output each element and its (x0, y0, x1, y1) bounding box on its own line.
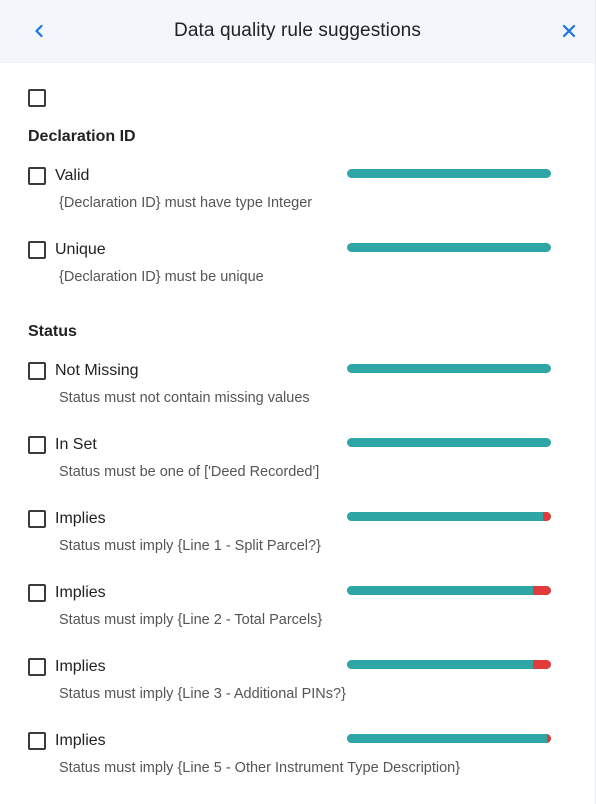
rule-label: Not Missing (55, 362, 139, 379)
rule-checkbox[interactable] (28, 732, 46, 750)
rule-checkbox[interactable] (28, 584, 46, 602)
panel-content: Declaration ID Valid {Declaration ID} mu… (0, 89, 595, 804)
rule-label: Implies (55, 584, 106, 601)
rule-description: {Declaration ID} must have type Integer (59, 195, 313, 211)
pass-segment (347, 734, 547, 743)
pass-segment (347, 512, 543, 521)
rule-pass-bar (347, 243, 551, 252)
close-icon (562, 24, 576, 38)
pass-segment (347, 243, 551, 252)
rule-checkbox[interactable] (28, 658, 46, 676)
rule-label: Implies (55, 658, 106, 675)
rule-checkbox[interactable] (28, 510, 46, 528)
pass-segment (347, 438, 551, 447)
rule-checkbox[interactable] (28, 436, 46, 454)
pass-segment (347, 169, 551, 178)
pass-segment (347, 586, 533, 595)
rule-item: Unique {Declaration ID} must be unique (28, 239, 573, 313)
rule-item: Implies Status must imply {Line 3 - Addi… (28, 656, 573, 730)
rule-checkbox[interactable] (28, 362, 46, 380)
rule-item: Implies Status must imply {Line 5 - Othe… (28, 730, 573, 804)
fail-segment (532, 660, 551, 669)
rule-item: Implies Status must imply {Line 2 - Tota… (28, 582, 573, 656)
rule-description: Status must imply {Line 2 - Total Parcel… (59, 612, 323, 628)
panel-title: Data quality rule suggestions (174, 20, 421, 41)
section-status: Status Not Missing Status must not conta… (28, 323, 573, 804)
rule-pass-bar (347, 169, 551, 178)
rule-description: Status must imply {Line 1 - Split Parcel… (59, 538, 321, 554)
rule-pass-bar (347, 734, 551, 743)
rule-item: Not Missing Status must not contain miss… (28, 360, 573, 434)
rule-label: Valid (55, 167, 90, 184)
rule-pass-bar (347, 438, 551, 447)
rule-label: In Set (55, 436, 97, 453)
rule-pass-bar (347, 364, 551, 373)
rule-checkbox[interactable] (28, 241, 46, 259)
rule-item: Valid {Declaration ID} must have type In… (28, 165, 573, 239)
pass-segment (347, 660, 533, 669)
rule-checkbox[interactable] (28, 167, 46, 185)
rule-description: {Declaration ID} must be unique (59, 269, 264, 285)
fail-segment (532, 586, 551, 595)
section-declaration-id: Declaration ID Valid {Declaration ID} mu… (28, 128, 573, 313)
rule-suggestions-panel: Data quality rule suggestions Declaratio… (0, 0, 596, 804)
rule-pass-bar (347, 586, 551, 595)
chevron-left-icon (35, 24, 43, 38)
rule-label: Implies (55, 510, 106, 527)
rule-description: Status must imply {Line 5 - Other Instru… (59, 760, 461, 776)
rule-item: Implies Status must imply {Line 1 - Spli… (28, 508, 573, 582)
rule-description: Status must be one of ['Deed Recorded'] (59, 464, 320, 480)
select-all-row (28, 89, 573, 107)
rule-label: Unique (55, 241, 106, 258)
rule-description: Status must imply {Line 3 - Additional P… (59, 686, 346, 702)
section-title: Declaration ID (28, 128, 136, 145)
rule-description: Status must not contain missing values (59, 390, 310, 406)
back-button[interactable] (28, 18, 50, 44)
rule-item: In Set Status must be one of ['Deed Reco… (28, 434, 573, 508)
pass-segment (347, 364, 551, 373)
select-all-checkbox[interactable] (28, 89, 46, 107)
panel-header: Data quality rule suggestions (0, 0, 595, 63)
close-button[interactable] (557, 18, 581, 44)
rule-pass-bar (347, 660, 551, 669)
rule-pass-bar (347, 512, 551, 521)
rule-label: Implies (55, 732, 106, 749)
section-title: Status (28, 323, 77, 340)
